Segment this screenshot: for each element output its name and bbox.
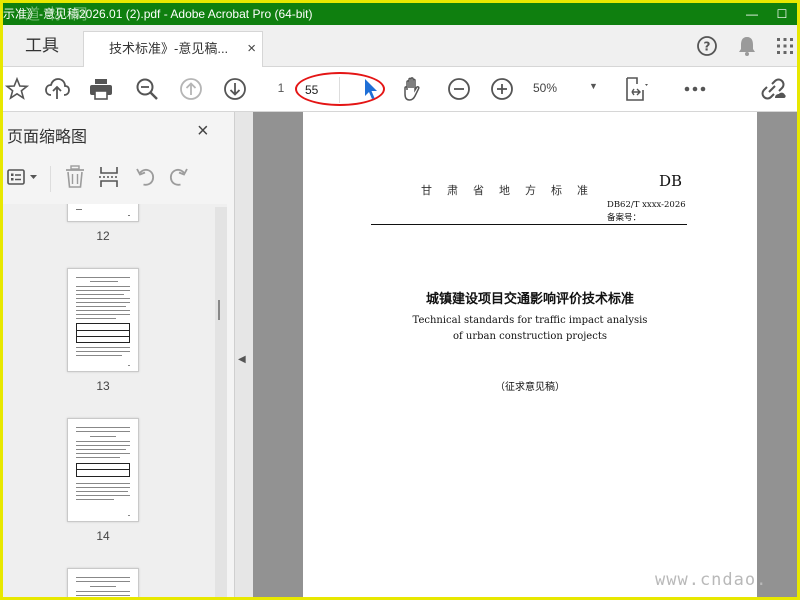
standard-header: 甘肃省地方标准 xyxy=(421,184,603,197)
page-number-input[interactable]: 1 xyxy=(267,81,295,99)
svg-text:?: ? xyxy=(704,40,711,54)
document-title-en-line2: of urban construction projects xyxy=(453,331,607,342)
tab-tools[interactable]: 工具 xyxy=(3,25,81,67)
upload-cloud-icon[interactable] xyxy=(43,75,71,103)
page-display-icon[interactable] xyxy=(623,75,651,103)
tab-document-label: 技术标准》-意见稿... xyxy=(109,41,229,56)
thumbnail-page[interactable] xyxy=(67,418,139,522)
thumbnail-toolbar xyxy=(3,156,235,198)
thumbnail-page-number: 13 xyxy=(96,379,110,393)
zoom-in-icon[interactable] xyxy=(488,75,516,103)
thumbnail-options-icon[interactable] xyxy=(5,163,43,191)
thumbnail-page-number: 12 xyxy=(96,229,110,243)
site-watermark: www.cndao. xyxy=(655,570,768,590)
thumbnail-page-number: 14 xyxy=(96,529,110,543)
draft-label: （征求意见稿） xyxy=(495,382,565,393)
standard-code: DB62/T xxxx-2026 xyxy=(607,200,686,210)
panel-collapse-strip[interactable]: ◀ xyxy=(235,112,253,597)
panel-title: 页面缩略图 xyxy=(7,129,88,146)
thumbnail-toolbar-divider xyxy=(50,166,51,192)
tab-bar: 工具 技术标准》-意见稿... × ? xyxy=(3,25,797,67)
title-bar: 示准》-意见稿2026.01 (2).pdf - Adobe Acrobat P… xyxy=(3,3,797,25)
watermark-logo-text: 道 标 网 xyxy=(25,5,90,23)
acrobat-window: 示准》-意见稿2026.01 (2).pdf - Adobe Acrobat P… xyxy=(3,3,797,597)
rotate-right-icon[interactable] xyxy=(165,163,193,191)
zoom-search-icon[interactable] xyxy=(133,75,161,103)
db-mark: DB xyxy=(659,172,683,190)
share-link-icon[interactable] xyxy=(759,75,787,103)
insert-page-icon[interactable] xyxy=(95,163,123,191)
notification-bell-icon[interactable] xyxy=(733,25,761,67)
main-toolbar: 1 55 50% ▼ xyxy=(3,67,797,112)
tab-document[interactable]: 技术标准》-意见稿... × xyxy=(83,31,263,67)
minimize-button[interactable]: — xyxy=(737,3,767,25)
thumbnail-page[interactable] xyxy=(67,204,139,222)
panel-resize-handle[interactable] xyxy=(218,300,220,320)
header-rule xyxy=(371,224,687,225)
collapse-panel-arrow-icon[interactable]: ◀ xyxy=(238,354,246,365)
apps-grid-icon[interactable] xyxy=(771,25,797,67)
document-view[interactable]: 甘肃省地方标准 DB DB62/T xxxx-2026 备案号： 城镇建设项目交… xyxy=(253,112,797,597)
document-title-en-line1: Technical standards for traffic impact a… xyxy=(412,315,648,326)
hand-tool-icon[interactable] xyxy=(399,75,427,103)
panel-close-icon[interactable]: × xyxy=(197,120,209,143)
thumbnail-page[interactable] xyxy=(67,268,139,372)
thumbnail-scrollbar[interactable] xyxy=(215,207,227,597)
help-icon[interactable]: ? xyxy=(693,25,721,67)
thumbnail-page[interactable] xyxy=(67,568,139,597)
zoom-caret-icon[interactable]: ▼ xyxy=(589,81,598,91)
thumbnail-list: 12 13 14 xyxy=(3,204,227,597)
document-title-cn: 城镇建设项目交通影响评价技术标准 xyxy=(425,292,634,307)
close-tab-icon[interactable]: × xyxy=(247,32,256,66)
page-thumbnails-panel: 页面缩略图 × 12 13 14 xyxy=(3,112,235,597)
document-page: 甘肃省地方标准 DB DB62/T xxxx-2026 备案号： 城镇建设项目交… xyxy=(303,112,757,597)
previous-page-icon[interactable] xyxy=(177,75,205,103)
more-options-icon[interactable] xyxy=(681,75,709,103)
next-page-icon[interactable] xyxy=(221,75,249,103)
zoom-out-icon[interactable] xyxy=(445,75,473,103)
print-icon[interactable] xyxy=(87,75,115,103)
maximize-button[interactable]: ☐ xyxy=(767,3,797,25)
rotate-left-icon[interactable] xyxy=(131,163,159,191)
bookmark-star-icon[interactable] xyxy=(3,75,31,103)
select-cursor-icon[interactable] xyxy=(357,75,385,103)
delete-page-icon[interactable] xyxy=(61,163,89,191)
record-number-label: 备案号： xyxy=(607,213,642,223)
